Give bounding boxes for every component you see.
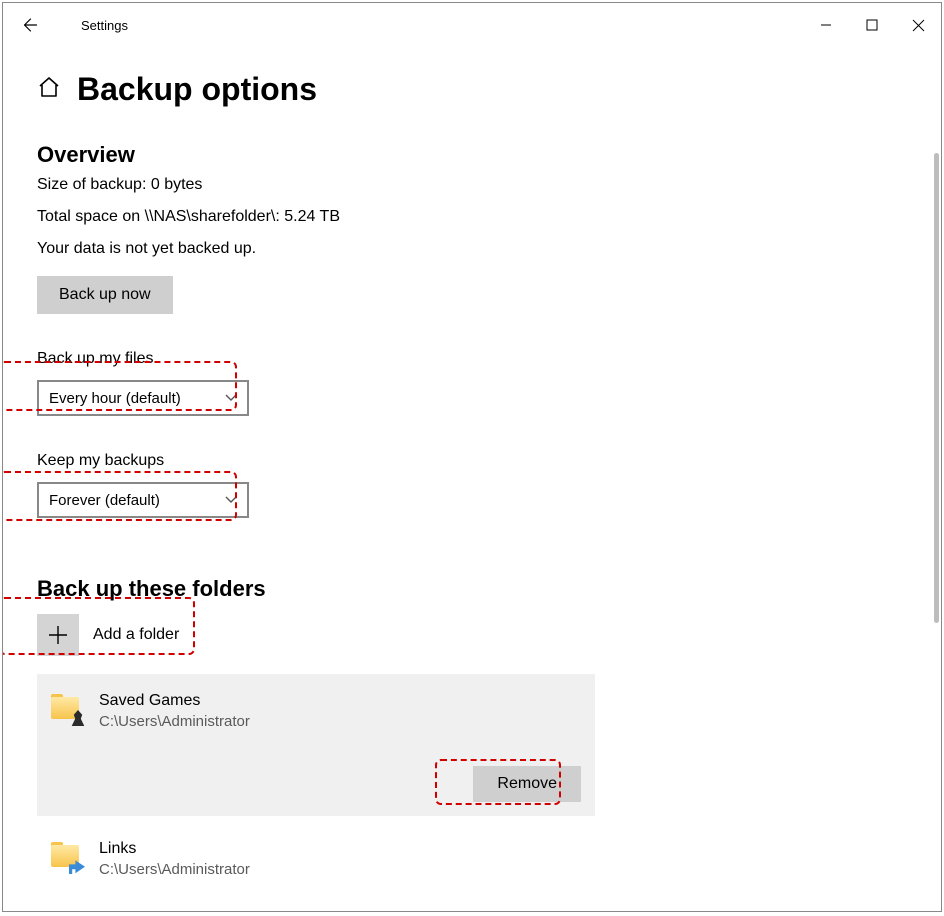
frequency-dropdown[interactable]: Every hour (default) (37, 380, 249, 416)
folder-item[interactable]: Links C:\Users\Administrator (37, 840, 941, 878)
folder-path: C:\Users\Administrator (99, 861, 250, 878)
close-icon (912, 19, 925, 32)
add-folder-button[interactable]: Add a folder (37, 614, 941, 656)
content-area: Backup options Overview Size of backup: … (3, 47, 941, 911)
plus-icon (37, 614, 79, 656)
overview-heading: Overview (37, 142, 941, 168)
backup-status-text: Your data is not yet backed up. (37, 240, 941, 258)
frequency-label: Back up my files (37, 350, 941, 368)
window-controls (803, 9, 941, 41)
frequency-value: Every hour (default) (49, 390, 181, 407)
total-space-text: Total space on \\NAS\sharefolder\: 5.24 … (37, 208, 941, 226)
folder-icon (51, 842, 81, 872)
arrow-left-icon (20, 16, 38, 34)
maximize-icon (866, 19, 878, 31)
folders-heading: Back up these folders (37, 576, 941, 602)
titlebar: Settings (3, 3, 941, 47)
folder-item-selected[interactable]: Saved Games C:\Users\Administrator Remov… (37, 674, 595, 816)
retention-value: Forever (default) (49, 492, 160, 509)
remove-button[interactable]: Remove (473, 766, 581, 802)
add-folder-label: Add a folder (93, 626, 179, 644)
minimize-icon (820, 19, 832, 31)
backup-now-button[interactable]: Back up now (37, 276, 173, 314)
scrollbar[interactable] (934, 153, 939, 623)
chevron-down-icon (225, 391, 237, 405)
folder-name: Links (99, 840, 250, 858)
page-header: Backup options (37, 71, 941, 108)
retention-dropdown[interactable]: Forever (default) (37, 482, 249, 518)
retention-label: Keep my backups (37, 452, 941, 470)
close-button[interactable] (895, 9, 941, 41)
maximize-button[interactable] (849, 9, 895, 41)
window-title: Settings (81, 18, 128, 33)
chevron-down-icon (225, 493, 237, 507)
folder-path: C:\Users\Administrator (99, 713, 250, 730)
back-button[interactable] (13, 9, 45, 41)
settings-window: Settings Backup options Overview Size of… (2, 2, 942, 912)
folder-icon (51, 694, 81, 724)
page-title: Backup options (77, 71, 317, 108)
folder-name: Saved Games (99, 692, 250, 710)
minimize-button[interactable] (803, 9, 849, 41)
backup-size-text: Size of backup: 0 bytes (37, 176, 941, 194)
home-icon[interactable] (37, 75, 59, 104)
